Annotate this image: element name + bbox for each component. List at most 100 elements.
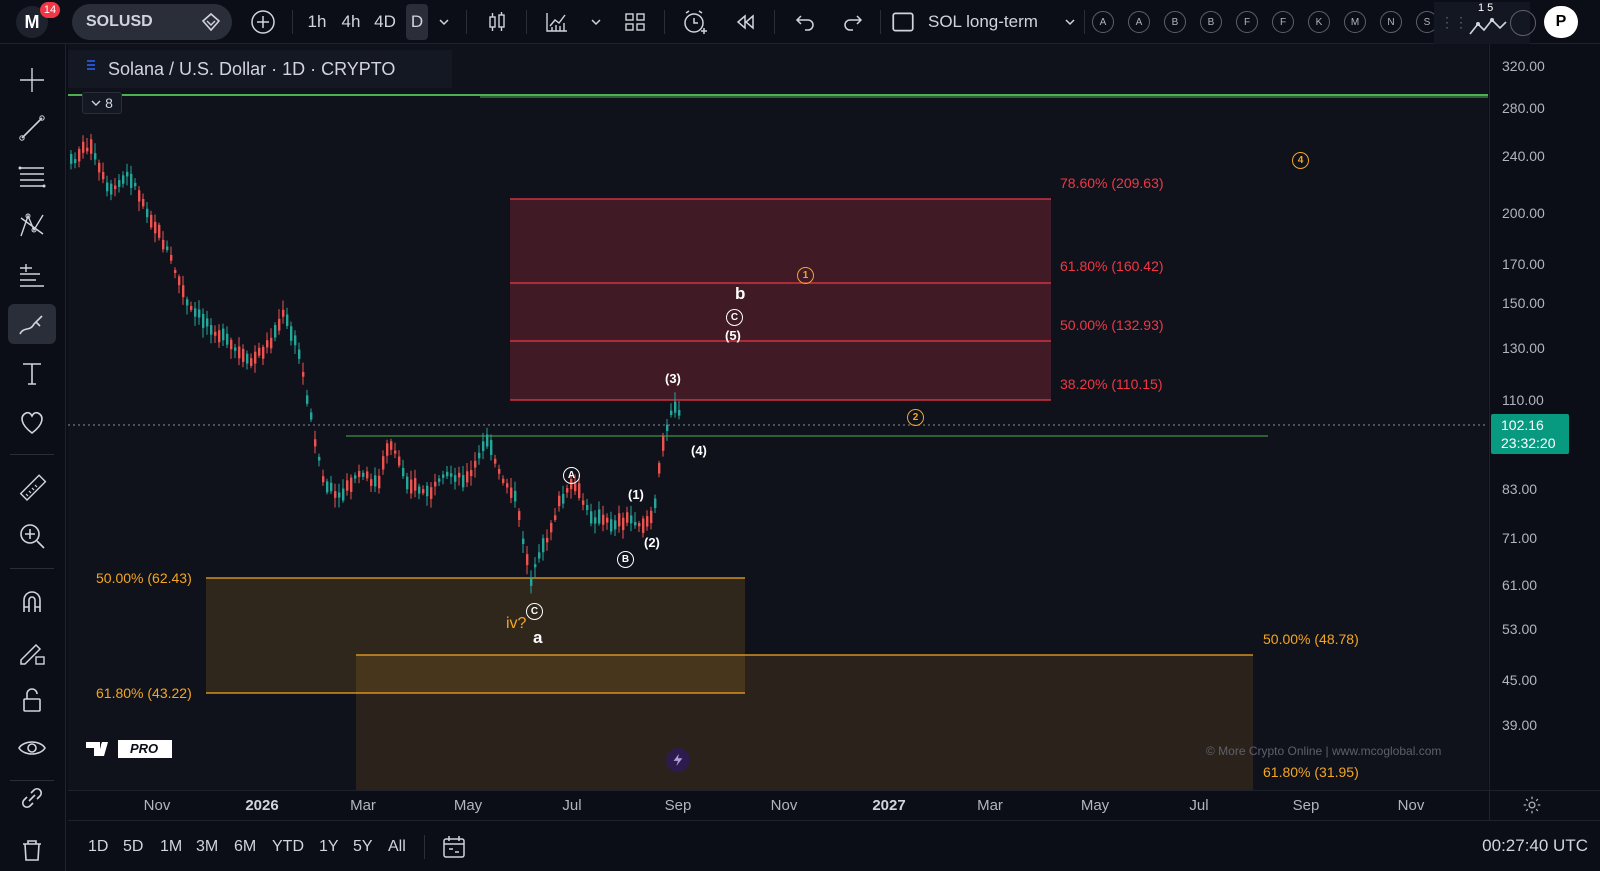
interval-1h[interactable]: 1h [302,0,332,44]
layout-name[interactable]: SOL long-term [928,0,1058,44]
wave-label-orange-2[interactable]: 2 [907,409,924,426]
text-tool[interactable] [8,354,56,394]
range-1y[interactable]: 1Y [319,821,339,871]
range-all[interactable]: All [388,821,406,871]
range-3m[interactable]: 3M [196,821,218,871]
candle-body [154,221,157,234]
undo-button[interactable] [790,0,820,44]
interval-4h[interactable]: 4h [336,0,366,44]
wave-label-2[interactable]: (2) [644,535,660,550]
range-1d[interactable]: 1D [88,821,108,871]
forecast-tool[interactable] [8,256,56,296]
diamond-icon[interactable] [200,11,222,33]
drag-handle-icon[interactable]: ⋮⋮ [1440,14,1468,31]
wave-label-B[interactable]: B [617,551,634,568]
overflow-circle[interactable] [1510,10,1536,36]
app-logo[interactable]: M 14 [14,0,60,44]
legend-title[interactable]: Solana / U.S. Dollar · 1D · CRYPTO [108,59,395,80]
brush-tool-active[interactable] [8,304,56,344]
fib-tool[interactable] [8,158,56,198]
chart-pane[interactable]: Solana / U.S. Dollar · 1D · CRYPTO 8 78.… [68,44,1488,790]
trend-line-tool[interactable] [8,108,56,148]
favorites-tool[interactable] [8,402,56,442]
divider [1084,10,1085,34]
wave-label-5[interactable]: (5) [725,328,741,343]
interval-d-active[interactable]: D [406,4,428,40]
wave-label-3[interactable]: (3) [665,371,681,386]
range-5d[interactable]: 5D [123,821,143,871]
wave-label-A[interactable]: A [563,467,580,484]
alert-letter-b[interactable]: B [1164,11,1186,33]
link-tool[interactable] [8,778,56,818]
alert-button[interactable] [678,0,712,44]
publish-button[interactable]: P [1544,6,1578,38]
alert-letter-k[interactable]: K [1308,11,1330,33]
utc-clock[interactable]: 00:27:40 UTC [1482,836,1588,856]
axis-settings[interactable] [1489,790,1600,820]
candle-body [474,460,477,468]
bolt-icon[interactable] [666,748,690,772]
indicators-button[interactable] [540,0,574,44]
chart-canvas[interactable] [68,44,1488,790]
price-axis[interactable]: 320.00 280.00 240.00 200.00 170.00 150.0… [1489,44,1600,790]
range-1m[interactable]: 1M [160,821,182,871]
alert-letter-a[interactable]: A [1092,11,1114,33]
heart-icon [21,411,43,435]
wave-label-b[interactable]: b [735,284,745,304]
fib-label-orange-50: 50.00% (62.43) [96,570,192,586]
add-symbol-button[interactable] [248,0,278,44]
date-range-button[interactable] [440,833,468,861]
layout-square-button[interactable] [888,0,918,44]
indicators-dropdown[interactable] [586,0,606,44]
candle-body [222,328,225,341]
redo-button[interactable] [838,0,868,44]
candle-body [198,309,201,318]
wave-label-orange-4[interactable]: 4 [1292,152,1309,169]
wave-label-4[interactable]: (4) [691,443,707,458]
stay-in-drawing-tool[interactable] [8,632,56,672]
chart-type-button[interactable] [482,0,512,44]
candle-body [642,518,645,533]
range-ytd[interactable]: YTD [272,821,304,871]
trash-tool[interactable] [8,830,56,870]
drawings-wave-icon[interactable] [1468,14,1508,38]
interval-4d[interactable]: 4D [370,0,400,44]
zoom-tool[interactable] [8,516,56,556]
menu-lines-icon[interactable] [86,58,96,72]
divider [664,10,665,34]
range-5y[interactable]: 5Y [353,821,373,871]
alert-letter-f[interactable]: F [1272,11,1294,33]
pattern-tool[interactable] [8,206,56,246]
candle-body [466,471,469,483]
candle-body [538,552,541,559]
replay-button[interactable] [730,0,760,44]
interval-dropdown[interactable] [434,0,454,44]
lock-drawings-tool[interactable] [8,680,56,720]
collapse-indicators-button[interactable]: 8 [82,92,122,114]
layout-dropdown[interactable] [1060,0,1080,44]
wave-label-1[interactable]: (1) [628,487,644,502]
alert-letter-f[interactable]: F [1236,11,1258,33]
candle-body [250,358,253,366]
layouts-button[interactable] [620,0,650,44]
candle-body [234,347,237,351]
wave-label-C-low[interactable]: C [526,603,543,620]
candle-body [270,337,273,349]
symbol-search[interactable]: SOLUSD [72,4,232,40]
alert-letter-m[interactable]: M [1344,11,1366,33]
alert-letter-b[interactable]: B [1200,11,1222,33]
ruler-tool[interactable] [8,468,56,508]
hide-drawings-tool[interactable] [8,728,56,768]
wave-label-C-high[interactable]: C [726,309,743,326]
alert-letter-n[interactable]: N [1380,11,1402,33]
candle-body [318,456,321,461]
wave-label-a[interactable]: a [533,628,542,648]
magnet-tool[interactable] [8,582,56,622]
wave-label-iv[interactable]: iv? [506,615,526,633]
alert-letter-a[interactable]: A [1128,11,1150,33]
range-6m[interactable]: 6M [234,821,256,871]
time-axis[interactable]: Nov 2026 Mar May Jul Sep Nov 2027 Mar Ma… [68,790,1489,820]
wave-label-orange-1[interactable]: 1 [797,267,814,284]
candle-body [426,485,429,497]
crosshair-tool[interactable] [8,60,56,100]
